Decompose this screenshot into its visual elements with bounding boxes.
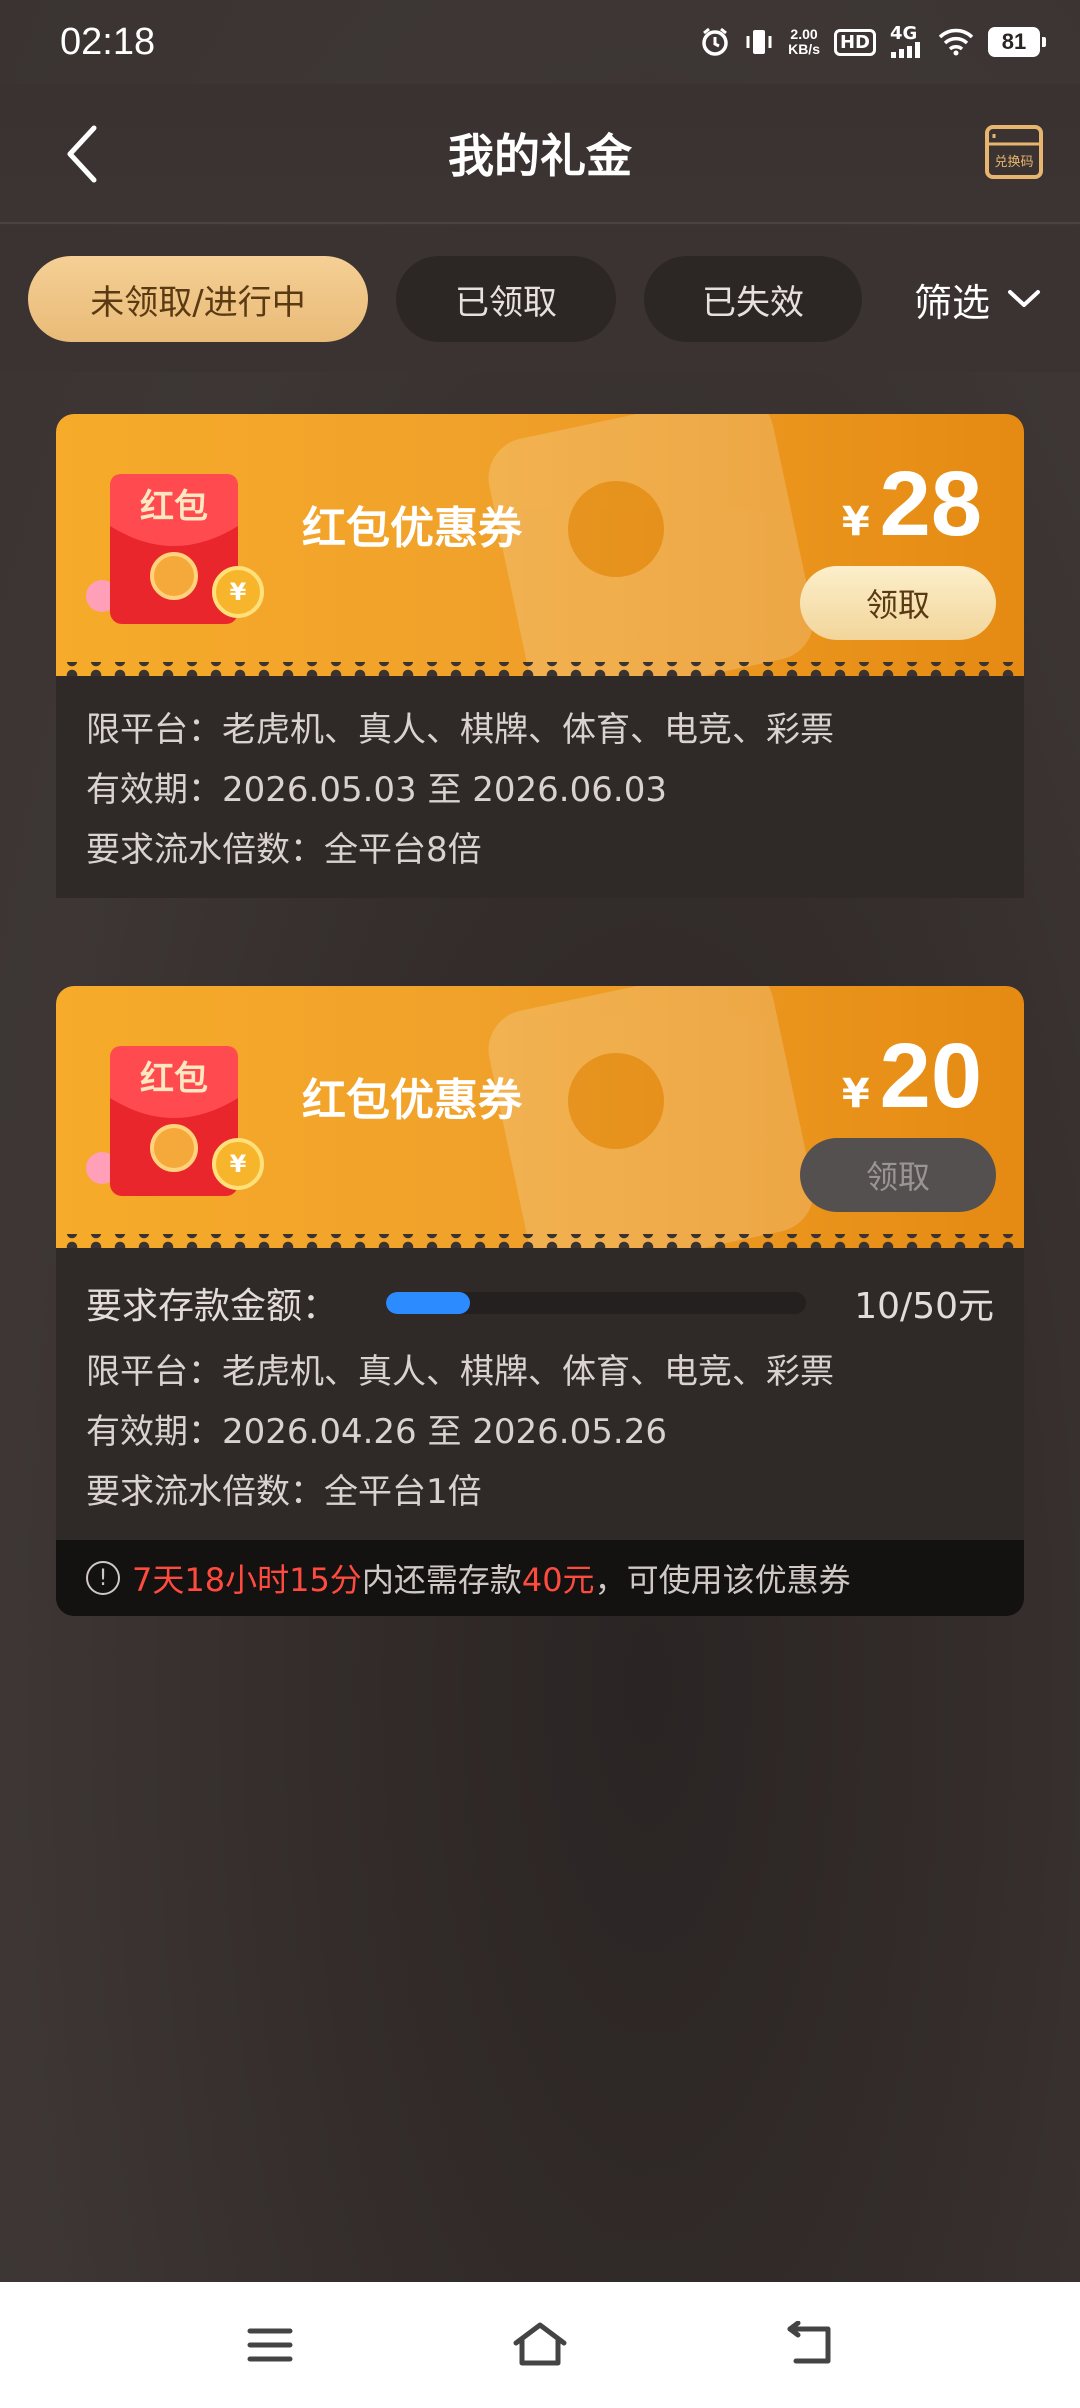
amount-value: 20 — [879, 1025, 982, 1127]
notice-amount: 40元 — [521, 1561, 595, 1599]
system-nav-bar — [0, 2282, 1080, 2408]
coin-yen-icon: ¥ — [230, 578, 247, 606]
battery-indicator: 81 — [988, 27, 1046, 57]
filter-button[interactable]: 筛选 — [914, 272, 1042, 327]
red-envelope-icon: 红包 ¥ — [86, 1046, 264, 1196]
page-title: 我的礼金 — [448, 129, 632, 183]
app-header: 我的礼金 兑换码 — [0, 84, 1080, 224]
tab-expired[interactable]: 已失效 — [644, 256, 862, 342]
coupon-header: 红包 ¥ 红包优惠券 ¥ 20 领取 — [56, 986, 1024, 1248]
envelope-watermark-icon — [488, 414, 814, 676]
home-icon — [513, 2322, 567, 2366]
menu-icon — [247, 2328, 293, 2362]
validity-period: 有效期：2026.05.03 至 2026.06.03 — [86, 769, 667, 810]
notice-tail-text: ，可使用该优惠券 — [594, 1561, 851, 1599]
perforation-divider — [56, 662, 1024, 676]
deposit-progress-bar — [386, 1292, 807, 1314]
deposit-progress-row: 要求存款金额： 10/50元 — [86, 1268, 994, 1338]
coupon-amount: ¥ 28 — [842, 452, 982, 557]
filter-tabs: 未领取/进行中 已领取 已失效 筛选 — [0, 226, 1080, 372]
coin-yen-icon: ¥ — [230, 1150, 247, 1178]
redeem-code-icon: 兑换码 — [985, 125, 1043, 179]
redeem-code-button[interactable]: 兑换码 — [984, 124, 1044, 180]
deposit-value: 10/50元 — [854, 1286, 994, 1327]
claim-button[interactable]: 领取 — [800, 1138, 996, 1212]
envelope-text: 红包 — [140, 487, 208, 527]
coupon-header: 红包 ¥ 红包优惠券 ¥ 28 领取 — [56, 414, 1024, 676]
notice-mid-text: 内还需存款 — [361, 1561, 522, 1599]
net-speed: 2.00 KB/s — [788, 27, 820, 57]
coupon-details: 要求存款金额： 10/50元 限平台：老虎机、真人、棋牌、体育、电竞、彩票 有效… — [56, 1248, 1024, 1540]
back-nav-button[interactable] — [780, 2315, 840, 2375]
status-bar: 02:18 2.00 KB/s HD 4G 81 — [0, 0, 1080, 84]
turnover-requirement: 要求流水倍数：全平台8倍 — [86, 829, 482, 870]
envelope-watermark-icon — [488, 986, 814, 1248]
coupon-card: 红包 ¥ 红包优惠券 ¥ 20 领取 要求存款金额： 10/50元 限平台：老虎… — [56, 986, 1024, 1616]
claim-button[interactable]: 领取 — [800, 566, 996, 640]
net-speed-value: 2.00 — [790, 26, 818, 42]
alarm-icon — [700, 27, 730, 57]
perforation-divider — [56, 1234, 1024, 1248]
coupon-amount: ¥ 20 — [842, 1024, 982, 1129]
tab-claimed[interactable]: 已领取 — [396, 256, 616, 342]
chevron-down-icon — [1008, 290, 1041, 307]
coupon-name: 红包优惠券 — [302, 503, 522, 554]
status-time: 02:18 — [60, 20, 156, 63]
currency-symbol: ¥ — [841, 1071, 870, 1117]
deposit-label: 要求存款金额： — [86, 1286, 339, 1327]
menu-button[interactable] — [240, 2315, 300, 2375]
envelope-text: 红包 — [140, 1059, 208, 1099]
deposit-progress-fill — [386, 1292, 471, 1314]
chevron-left-icon — [67, 125, 97, 183]
coupon-name: 红包优惠券 — [302, 1075, 522, 1126]
turnover-requirement: 要求流水倍数：全平台1倍 — [86, 1471, 482, 1512]
coupon-details: 限平台：老虎机、真人、棋牌、体育、电竞、彩票 有效期：2026.05.03 至 … — [56, 676, 1024, 898]
platform-restriction: 限平台：老虎机、真人、棋牌、体育、电竞、彩票 — [86, 1351, 834, 1392]
vibrate-icon — [744, 27, 774, 57]
return-icon — [787, 2321, 831, 2364]
hd-badge: HD — [833, 28, 876, 56]
coupon-card: 红包 ¥ 红包优惠券 ¥ 28 领取 限平台：老虎机、真人、棋牌、体育、电竞、彩… — [56, 414, 1024, 898]
wifi-icon — [938, 28, 974, 56]
notice-time-left: 7天18小时15分 — [132, 1561, 362, 1599]
net-speed-unit: KB/s — [788, 41, 820, 57]
back-button[interactable] — [60, 122, 110, 186]
network-type: 4G — [890, 23, 918, 44]
status-icons: 2.00 KB/s HD 4G 81 — [700, 23, 1046, 58]
validity-period: 有效期：2026.04.26 至 2026.05.26 — [86, 1411, 667, 1452]
redeem-code-label: 兑换码 — [994, 155, 1033, 170]
signal-icon: 4G — [890, 23, 924, 58]
home-button[interactable] — [510, 2315, 570, 2375]
filter-label: 筛选 — [914, 280, 991, 325]
deposit-notice: ! 7天18小时15分 内还需存款 40元 ，可使用该优惠券 — [56, 1540, 1024, 1616]
amount-value: 28 — [879, 453, 982, 555]
tab-unclaimed[interactable]: 未领取/进行中 — [28, 256, 368, 342]
platform-restriction: 限平台：老虎机、真人、棋牌、体育、电竞、彩票 — [86, 709, 834, 750]
red-envelope-icon: 红包 ¥ — [86, 474, 264, 624]
warning-icon: ! — [86, 1561, 120, 1595]
currency-symbol: ¥ — [841, 499, 870, 545]
